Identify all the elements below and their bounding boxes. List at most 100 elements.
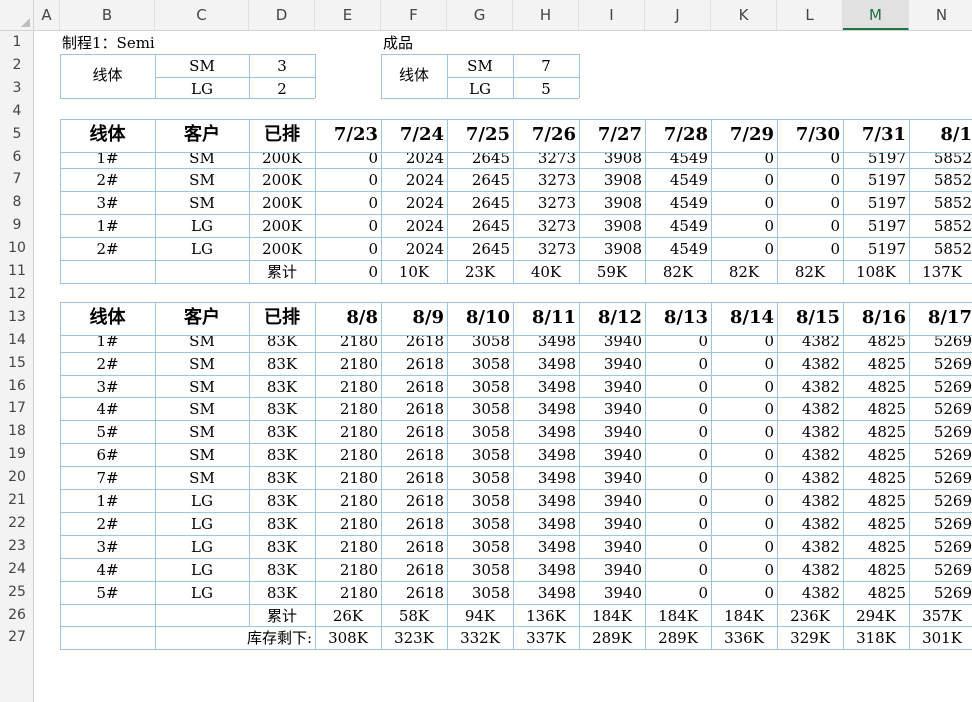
semi-sm-label[interactable]: SM bbox=[155, 54, 249, 77]
table2-cell[interactable]: 4825 bbox=[843, 535, 909, 558]
table2-cell[interactable]: LG bbox=[155, 558, 249, 581]
table1-cell[interactable]: 1# bbox=[60, 214, 155, 237]
table1-cell[interactable]: 0 bbox=[777, 237, 843, 260]
row-header-10[interactable]: 10 bbox=[0, 240, 34, 263]
table2-cell[interactable]: 3498 bbox=[513, 375, 579, 398]
table2-cumulative-value[interactable]: 58K bbox=[381, 604, 447, 627]
table1-cell[interactable]: 5197 bbox=[843, 214, 909, 237]
table2-cell[interactable]: 2# bbox=[60, 512, 155, 535]
table1-cell[interactable]: 0 bbox=[777, 214, 843, 237]
table2-cumulative-label[interactable]: 累计 bbox=[249, 604, 315, 627]
table2-cell[interactable]: 3940 bbox=[579, 489, 645, 512]
table2-cell[interactable]: 0 bbox=[711, 489, 777, 512]
table2-cell[interactable]: 0 bbox=[645, 558, 711, 581]
table2-cell[interactable]: 4382 bbox=[777, 375, 843, 398]
table1-cumulative-value[interactable]: 23K bbox=[447, 260, 513, 283]
table1-cell[interactable]: 0 bbox=[777, 168, 843, 191]
table2-cumulative-value[interactable]: 357K bbox=[909, 604, 972, 627]
row-header-11[interactable]: 11 bbox=[0, 263, 34, 286]
table2-cell[interactable]: 5269 bbox=[909, 397, 972, 420]
table2-cell[interactable]: 83K bbox=[249, 420, 315, 443]
semi-line-label[interactable]: 线体 bbox=[60, 54, 155, 98]
table1-cell[interactable]: 200K bbox=[249, 146, 315, 169]
table1-cumulative-value[interactable]: 82K bbox=[711, 260, 777, 283]
table2-cell[interactable]: 4825 bbox=[843, 581, 909, 604]
table2-cell[interactable]: LG bbox=[155, 535, 249, 558]
row-header-4[interactable]: 4 bbox=[0, 103, 34, 126]
table1-cell[interactable]: 3273 bbox=[513, 191, 579, 214]
table1-cell[interactable]: 5852 bbox=[909, 237, 972, 260]
table1-cell[interactable]: 0 bbox=[711, 237, 777, 260]
table2-cell[interactable]: 0 bbox=[645, 352, 711, 375]
row-header-24[interactable]: 24 bbox=[0, 561, 34, 584]
column-header-n[interactable]: N bbox=[909, 0, 972, 30]
table1-cell[interactable]: 2# bbox=[60, 168, 155, 191]
table1-cell[interactable]: 5197 bbox=[843, 146, 909, 169]
table2-cell[interactable]: 3058 bbox=[447, 558, 513, 581]
table2-cumulative-value[interactable]: 294K bbox=[843, 604, 909, 627]
table2-cell[interactable]: 5269 bbox=[909, 466, 972, 489]
table2-remaining-value[interactable]: 289K bbox=[579, 626, 645, 649]
table2-remaining-value[interactable]: 336K bbox=[711, 626, 777, 649]
table1-cell[interactable]: 5197 bbox=[843, 191, 909, 214]
table1-cell[interactable]: 0 bbox=[315, 168, 381, 191]
table1-cell[interactable]: 3908 bbox=[579, 214, 645, 237]
table2-cell[interactable]: 2180 bbox=[315, 535, 381, 558]
row-header-14[interactable]: 14 bbox=[0, 332, 34, 355]
table1-cell[interactable]: LG bbox=[155, 214, 249, 237]
table2-cell[interactable]: 1# bbox=[60, 489, 155, 512]
table2-cell[interactable]: 3498 bbox=[513, 512, 579, 535]
table1-cell[interactable]: 5852 bbox=[909, 146, 972, 169]
column-header-h[interactable]: H bbox=[513, 0, 579, 30]
column-header-i[interactable]: I bbox=[579, 0, 645, 30]
table2-cell[interactable]: 4825 bbox=[843, 329, 909, 352]
table1-cell[interactable]: 5852 bbox=[909, 214, 972, 237]
table2-remaining-value[interactable]: 332K bbox=[447, 626, 513, 649]
table2-cell[interactable]: 3058 bbox=[447, 329, 513, 352]
row-header-22[interactable]: 22 bbox=[0, 515, 34, 538]
table2-cell[interactable]: 2618 bbox=[381, 466, 447, 489]
table1-cumulative-value[interactable]: 59K bbox=[579, 260, 645, 283]
table2-cell[interactable]: 3940 bbox=[579, 397, 645, 420]
row-header-20[interactable]: 20 bbox=[0, 469, 34, 492]
finished-lg-value[interactable]: 5 bbox=[513, 77, 579, 100]
table2-cell[interactable]: 2180 bbox=[315, 466, 381, 489]
column-header-m[interactable]: M bbox=[843, 0, 909, 30]
table2-cell[interactable]: 4825 bbox=[843, 420, 909, 443]
table1-cumulative-value[interactable]: 108K bbox=[843, 260, 909, 283]
process-label[interactable]: 制程1：Semi bbox=[62, 31, 300, 54]
table2-cell[interactable]: 2618 bbox=[381, 375, 447, 398]
table1-cell[interactable]: 3908 bbox=[579, 146, 645, 169]
table2-cell[interactable]: 4382 bbox=[777, 329, 843, 352]
table2-cell[interactable]: SM bbox=[155, 443, 249, 466]
table2-remaining-value[interactable]: 289K bbox=[645, 626, 711, 649]
table2-remaining-value[interactable]: 318K bbox=[843, 626, 909, 649]
table1-cell[interactable]: 0 bbox=[711, 168, 777, 191]
table2-cell[interactable]: 2180 bbox=[315, 443, 381, 466]
table2-cell[interactable]: 0 bbox=[711, 466, 777, 489]
table1-cell[interactable]: 1# bbox=[60, 146, 155, 169]
table1-cumulative-value[interactable]: 137K bbox=[909, 260, 972, 283]
table2-cell[interactable]: 4825 bbox=[843, 466, 909, 489]
table2-remaining-value[interactable]: 308K bbox=[315, 626, 381, 649]
table1-cell[interactable]: 3908 bbox=[579, 191, 645, 214]
row-header-26[interactable]: 26 bbox=[0, 607, 34, 630]
table2-cell[interactable]: 3498 bbox=[513, 581, 579, 604]
table2-cell[interactable]: 2180 bbox=[315, 397, 381, 420]
table2-cell[interactable]: 2180 bbox=[315, 581, 381, 604]
column-header-e[interactable]: E bbox=[315, 0, 381, 30]
table2-cell[interactable]: 5# bbox=[60, 581, 155, 604]
table1-cell[interactable]: 3908 bbox=[579, 237, 645, 260]
table1-cell[interactable]: 4549 bbox=[645, 168, 711, 191]
table2-cell[interactable]: LG bbox=[155, 512, 249, 535]
table1-cell[interactable]: 0 bbox=[315, 237, 381, 260]
table2-cell[interactable]: 3498 bbox=[513, 443, 579, 466]
table2-cell[interactable]: 0 bbox=[645, 420, 711, 443]
table2-remaining-value[interactable]: 301K bbox=[909, 626, 972, 649]
row-header-27[interactable]: 27 bbox=[0, 629, 34, 652]
table2-cell[interactable]: 3# bbox=[60, 535, 155, 558]
table1-cell[interactable]: 2# bbox=[60, 237, 155, 260]
table2-cell[interactable]: 3058 bbox=[447, 512, 513, 535]
table2-cell[interactable]: 4382 bbox=[777, 512, 843, 535]
table2-cell[interactable]: 3940 bbox=[579, 352, 645, 375]
